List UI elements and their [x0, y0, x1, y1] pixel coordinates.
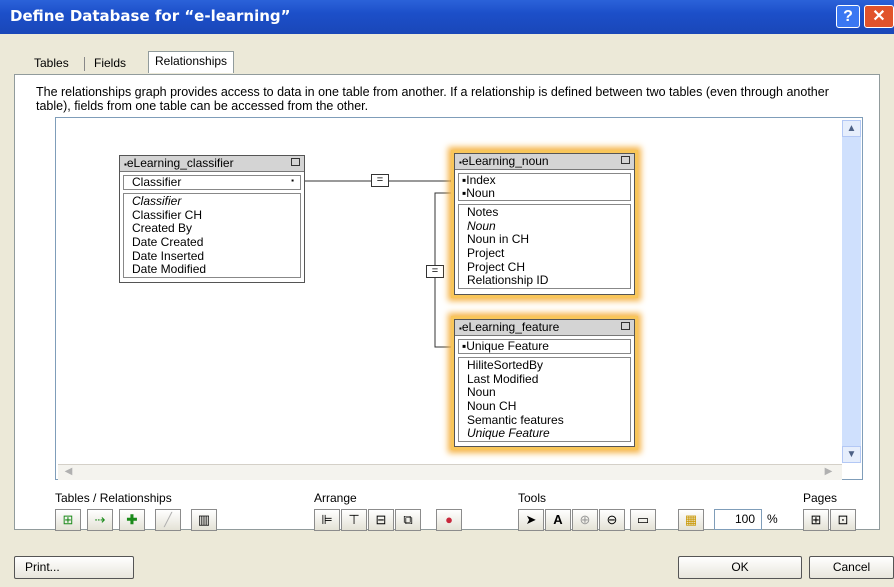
- key-field[interactable]: ▪Unique Feature: [459, 340, 630, 353]
- field-item[interactable]: Project: [459, 246, 630, 261]
- relationship-glyph: =: [376, 174, 384, 186]
- resize-icon[interactable]: ⧉: [395, 509, 421, 531]
- pages-label: Pages: [803, 491, 838, 505]
- scroll-down-icon[interactable]: ▼: [842, 446, 861, 463]
- collapse-icon[interactable]: [621, 322, 630, 330]
- field-item[interactable]: Relationship ID: [459, 274, 630, 288]
- field-item[interactable]: Date Created: [124, 235, 300, 250]
- field-list: Classifier Classifier CH Created By Date…: [123, 193, 301, 279]
- print-button[interactable]: Print...: [14, 556, 134, 579]
- page-setup-icon[interactable]: ⊡: [830, 509, 856, 531]
- align-top-icon[interactable]: ⊤: [341, 509, 367, 531]
- field-item[interactable]: Date Inserted: [124, 249, 300, 264]
- table-header[interactable]: ▪eLearning_feature: [455, 320, 634, 336]
- relationship-classifier-noun[interactable]: =: [371, 174, 389, 187]
- horizontal-scrollbar[interactable]: ◀ ▶: [58, 464, 842, 480]
- field-item[interactable]: Noun: [459, 219, 630, 234]
- field-item[interactable]: Notes: [459, 205, 630, 220]
- color-icon[interactable]: ●: [436, 509, 462, 531]
- relationships-description: The relationships graph provides access …: [36, 85, 829, 113]
- key-fields: ▪Index ▪Noun: [458, 173, 631, 201]
- table-header[interactable]: ▪eLearning_classifier: [120, 156, 304, 172]
- field-list: Notes Noun Noun in CH Project Project CH…: [458, 204, 631, 290]
- zoom-input[interactable]: 100: [714, 509, 762, 530]
- zoom-out-icon[interactable]: ⊖: [599, 509, 625, 531]
- edit-icon[interactable]: ╱: [155, 509, 181, 531]
- tab-divider: [84, 57, 85, 71]
- collapse-icon[interactable]: [621, 156, 630, 164]
- delete-icon[interactable]: ▥: [191, 509, 217, 531]
- pointer-tool-icon[interactable]: ➤: [518, 509, 544, 531]
- text-tool-icon[interactable]: A: [545, 509, 571, 531]
- zoom-in-icon[interactable]: ⊕: [572, 509, 598, 531]
- relationship-glyph: =: [431, 265, 439, 277]
- field-item[interactable]: Last Modified: [459, 372, 630, 387]
- key-fields: ▪Unique Feature: [458, 339, 631, 354]
- field-item[interactable]: Project CH: [459, 260, 630, 275]
- title-bar: Define Database for “e-learning” ? ✕: [0, 0, 894, 34]
- help-button[interactable]: ?: [836, 5, 860, 28]
- align-left-icon[interactable]: ⊫: [314, 509, 340, 531]
- key-marker-icon: ▪: [291, 176, 294, 185]
- field-item[interactable]: Classifier: [124, 194, 300, 209]
- key-field[interactable]: Classifier: [124, 176, 300, 189]
- tab-tables[interactable]: Tables: [28, 54, 75, 73]
- window-title: Define Database for “e-learning”: [10, 7, 291, 25]
- key-field[interactable]: ▪Noun: [459, 187, 630, 200]
- field-list: HiliteSortedBy Last Modified Noun Noun C…: [458, 357, 631, 443]
- duplicate-icon[interactable]: ✚: [119, 509, 145, 531]
- table-eLearning-noun[interactable]: ▪eLearning_noun ▪Index ▪Noun Notes Noun …: [454, 153, 635, 295]
- table-eLearning-classifier[interactable]: ▪eLearning_classifier Classifier ▪ Class…: [119, 155, 305, 283]
- field-item[interactable]: Noun: [459, 386, 630, 400]
- add-relationship-icon[interactable]: ⇢: [87, 509, 113, 531]
- table-name: eLearning_noun: [461, 154, 549, 168]
- field-item[interactable]: Date Modified: [124, 263, 300, 277]
- ok-button[interactable]: OK: [678, 556, 802, 579]
- page-breaks-icon[interactable]: ⊞: [803, 509, 829, 531]
- field-item[interactable]: HiliteSortedBy: [459, 358, 630, 373]
- key-fields: Classifier ▪: [123, 175, 301, 190]
- tab-fields[interactable]: Fields: [88, 54, 132, 73]
- field-item[interactable]: Semantic features: [459, 413, 630, 428]
- table-name: eLearning_classifier: [126, 156, 234, 170]
- field-item[interactable]: Classifier CH: [124, 208, 300, 223]
- tab-relationships[interactable]: Relationships: [148, 51, 235, 73]
- note-tool-icon[interactable]: ▭: [630, 509, 656, 531]
- scroll-up-icon[interactable]: ▲: [842, 120, 861, 137]
- tables-relationships-label: Tables / Relationships: [55, 491, 172, 505]
- field-item[interactable]: Noun CH: [459, 399, 630, 414]
- cancel-button[interactable]: Cancel: [809, 556, 894, 579]
- field-item[interactable]: Unique Feature: [459, 427, 630, 441]
- table-eLearning-feature[interactable]: ▪eLearning_feature ▪Unique Feature Hilit…: [454, 319, 635, 447]
- relationship-noun-feature[interactable]: =: [426, 265, 444, 278]
- zoom-unit: %: [767, 512, 778, 526]
- collapse-icon[interactable]: [291, 158, 300, 166]
- add-table-icon[interactable]: ⊞: [55, 509, 81, 531]
- close-button[interactable]: ✕: [864, 5, 894, 28]
- table-name: eLearning_feature: [461, 320, 560, 334]
- table-header[interactable]: ▪eLearning_noun: [455, 154, 634, 170]
- chart-icon[interactable]: ▦: [678, 509, 704, 531]
- arrange-label: Arrange: [314, 491, 357, 505]
- scroll-right-icon[interactable]: ▶: [820, 465, 837, 479]
- field-item[interactable]: Created By: [124, 222, 300, 236]
- distribute-icon[interactable]: ⊟: [368, 509, 394, 531]
- vertical-scrollbar[interactable]: ▲ ▼: [842, 120, 861, 463]
- tools-label: Tools: [518, 491, 547, 505]
- field-item[interactable]: Noun in CH: [459, 233, 630, 247]
- scroll-left-icon[interactable]: ◀: [60, 465, 77, 479]
